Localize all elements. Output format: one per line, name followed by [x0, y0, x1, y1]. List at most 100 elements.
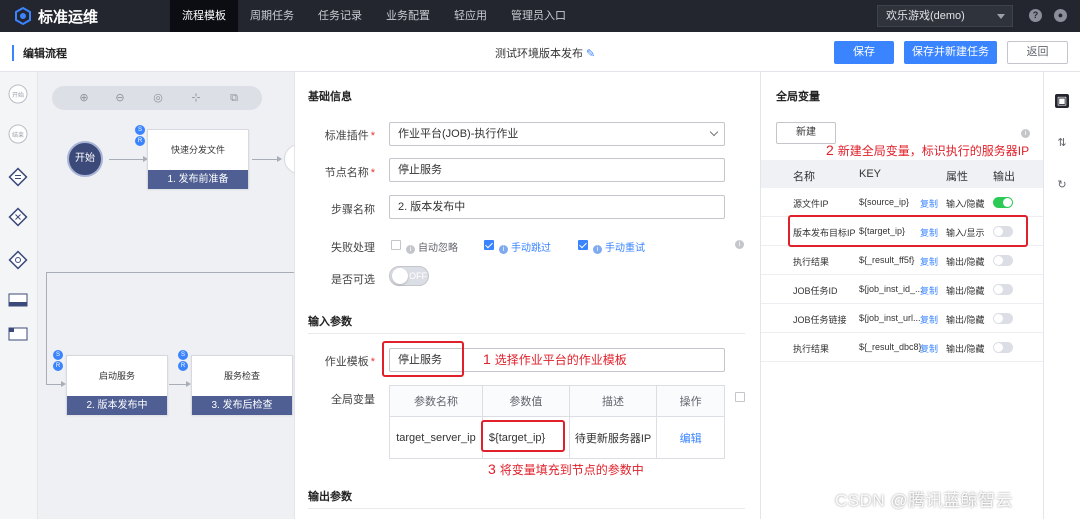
var-key: ${_result_dbc8}: [859, 342, 922, 352]
new-variable-button[interactable]: 新建: [776, 122, 836, 144]
col-param-action: 操作: [656, 385, 725, 417]
annotation-step-1-text: 选择作业平台的作业模板: [494, 353, 627, 367]
auto-ignore-checkbox[interactable]: [391, 240, 401, 250]
output-switch[interactable]: [993, 313, 1013, 324]
copy-link[interactable]: 复制: [920, 284, 938, 297]
flow-canvas[interactable]: ⊕ ⊖ ◎ ⊹ ⧉ 开始 S R 快速分发文件 1. 发布前准备 S R 启动服…: [38, 72, 294, 519]
parallel-gateway-icon[interactable]: [8, 167, 28, 187]
annotation-step-2-text: 新建全局变量，标识执行的服务器IP: [837, 144, 1030, 158]
converge-gateway-icon[interactable]: [8, 250, 28, 270]
template-data-icon[interactable]: ⇅: [1055, 136, 1069, 150]
node-name-label-text: 节点名称: [324, 167, 369, 179]
flow-arrow: [252, 156, 282, 162]
help-circle-icon[interactable]: i: [735, 240, 744, 249]
nav-admin-entry[interactable]: 管理员入口: [499, 0, 578, 32]
copy-link[interactable]: 复制: [920, 255, 938, 268]
save-button[interactable]: 保存: [834, 41, 894, 64]
task-node-service-check[interactable]: 服务检查 3. 发布后检查: [191, 355, 293, 415]
var-key: ${job_inst_url...: [859, 313, 921, 323]
global-var-checkbox[interactable]: [735, 392, 745, 402]
copy-link[interactable]: 复制: [920, 342, 938, 355]
watermark: CSDN @腾讯蓝鲸智云: [835, 491, 1014, 510]
task-node-stage: 3. 发布后检查: [192, 396, 292, 415]
output-switch[interactable]: [993, 197, 1013, 208]
info-icon: i: [406, 245, 415, 254]
var-name: 源文件IP: [793, 199, 829, 209]
global-vars-label: 全局变量: [331, 394, 375, 406]
manual-skip-option[interactable]: i 手动跳过: [499, 239, 551, 254]
list-item[interactable]: 源文件IP ${source_ip} 复制 输入/隐藏: [761, 188, 1044, 217]
divider: [308, 508, 745, 509]
var-attr: 输出/隐藏: [946, 257, 985, 267]
job-template-label: 作业模板 *: [324, 356, 375, 368]
branch-gateway-icon[interactable]: [8, 207, 28, 227]
nav-light-apps[interactable]: 轻应用: [442, 0, 499, 32]
app-logo[interactable]: 标准运维: [0, 6, 170, 27]
table-header-row: 参数名称 参数值 描述 操作: [389, 385, 725, 417]
next-node-stub[interactable]: [284, 144, 294, 174]
auto-ignore-option[interactable]: i 自动忽略: [406, 239, 458, 254]
zoom-out-icon[interactable]: ⊖: [114, 92, 126, 104]
flow-name[interactable]: 测试环境版本发布 ✎: [495, 45, 595, 61]
nav-business-config[interactable]: 业务配置: [374, 0, 442, 32]
var-name: 执行结果: [793, 257, 830, 267]
retry-badge-icon: S: [178, 350, 188, 360]
node-palette: 开始 结束: [0, 72, 38, 519]
flow-arrow: [169, 381, 191, 387]
format-layout-icon[interactable]: ⊹: [190, 92, 202, 104]
col-param-desc: 描述: [568, 385, 658, 417]
manual-retry-checkbox[interactable]: [578, 240, 588, 250]
nav-task-records[interactable]: 任务记录: [306, 0, 374, 32]
right-toolbar: ▣ ⇅ ↻: [1043, 72, 1080, 519]
optional-toggle[interactable]: OFF: [389, 266, 429, 286]
user-icon[interactable]: ●: [1054, 9, 1067, 22]
pencil-icon[interactable]: ✎: [586, 47, 595, 60]
nav-periodic-tasks[interactable]: 周期任务: [238, 0, 306, 32]
manual-skip-checkbox[interactable]: [484, 240, 494, 250]
output-switch[interactable]: [993, 342, 1013, 353]
task-node-stage: 1. 发布前准备: [148, 170, 248, 189]
optional-label: 是否可选: [331, 274, 375, 286]
select-frame-icon[interactable]: ⧉: [228, 92, 240, 104]
help-circle-icon[interactable]: i: [1021, 129, 1030, 138]
output-switch[interactable]: [993, 284, 1013, 295]
plugin-select[interactable]: 作业平台(JOB)-执行作业: [389, 122, 725, 146]
copy-link[interactable]: 复制: [920, 313, 938, 326]
back-button[interactable]: 返回: [1007, 41, 1068, 64]
list-item[interactable]: 执行结果 ${_result_dbc8} 复制 输出/隐藏: [761, 333, 1044, 362]
reset-view-icon[interactable]: ◎: [152, 92, 164, 104]
retry-badge-icon: S: [53, 350, 63, 360]
edit-link[interactable]: 编辑: [656, 416, 725, 459]
history-icon[interactable]: ↻: [1055, 178, 1069, 192]
list-item[interactable]: JOB任务ID ${job_inst_id_... 复制 输出/隐藏: [761, 275, 1044, 304]
zoom-in-icon[interactable]: ⊕: [78, 92, 90, 104]
save-and-new-task-button[interactable]: 保存并新建任务: [904, 41, 997, 64]
business-select[interactable]: 欢乐游戏(demo): [877, 5, 1013, 27]
copy-link[interactable]: 复制: [920, 197, 938, 210]
help-icon[interactable]: ?: [1029, 9, 1042, 22]
output-switch[interactable]: [993, 255, 1013, 266]
global-variables-icon[interactable]: ▣: [1055, 94, 1069, 108]
vars-col-name: 名称: [793, 171, 815, 183]
nav-flow-templates[interactable]: 流程模板: [170, 0, 238, 32]
step-name-input[interactable]: 2. 版本发布中: [389, 195, 725, 219]
plugin-label: 标准插件 *: [324, 130, 375, 142]
step-name-label: 步骤名称: [331, 204, 375, 216]
node-name-input[interactable]: 停止服务: [389, 158, 725, 182]
task-node-start-service[interactable]: 启动服务 2. 版本发布中: [66, 355, 168, 415]
plugin-select-value: 作业平台(JOB)-执行作业: [398, 128, 519, 140]
task-node-distribute-file[interactable]: 快速分发文件 1. 发布前准备: [147, 129, 249, 189]
annotation-step-1: 1 选择作业平台的作业模板: [483, 351, 627, 368]
task-node-name: 服务检查: [223, 371, 260, 381]
subflow-node-tool-icon[interactable]: [8, 324, 28, 344]
list-item[interactable]: JOB任务链接 ${job_inst_url... 复制 输出/隐藏: [761, 304, 1044, 333]
plugin-label-text: 标准插件: [324, 130, 369, 142]
manual-skip-option-text: 手动跳过: [511, 243, 551, 254]
start-node-tool[interactable]: 开始: [8, 84, 28, 104]
start-node[interactable]: 开始: [67, 141, 103, 177]
manual-retry-option[interactable]: i 手动重试: [593, 239, 645, 254]
end-node-tool[interactable]: 结束: [8, 124, 28, 144]
task-node-tool-icon[interactable]: [8, 290, 28, 310]
output-params-title: 输出参数: [308, 491, 352, 503]
list-item[interactable]: 执行结果 ${_result_ff5f} 复制 输出/隐藏: [761, 246, 1044, 275]
